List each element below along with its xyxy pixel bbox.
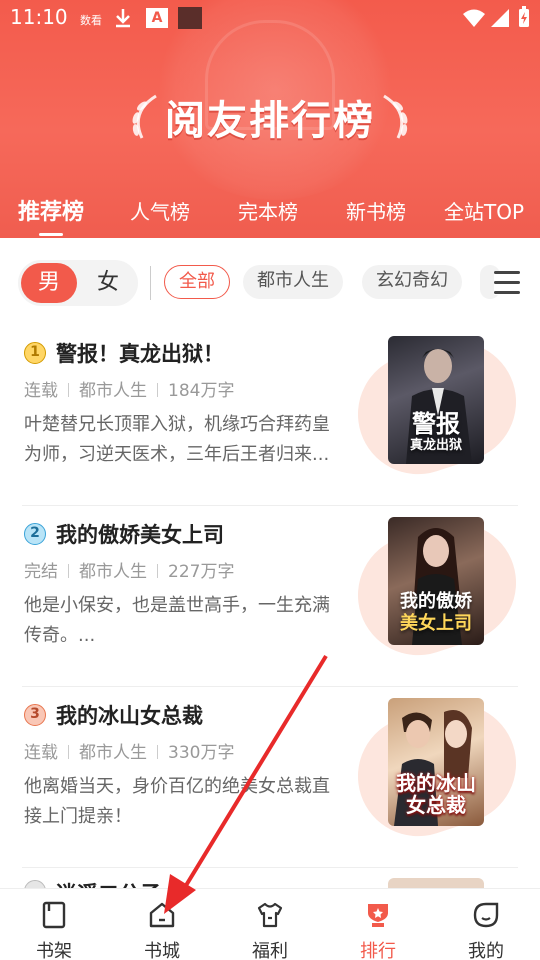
category-all-chip[interactable]: 全部: [164, 265, 230, 299]
book-title[interactable]: 警报！真龙出狱！: [56, 338, 224, 368]
rank-tabs: 推荐榜 人气榜 完本榜 新书榜 全站TOP: [0, 194, 540, 236]
notification-icon: [178, 7, 202, 29]
signal-icon: [491, 9, 509, 27]
cover-title: 警报: [412, 410, 460, 438]
gender-toggle: 男 女: [18, 260, 138, 306]
tab-popular[interactable]: 人气榜: [130, 196, 190, 225]
status-bar: 11:10 数看 A: [0, 0, 540, 36]
ranking-icon: [368, 904, 388, 927]
cover-title: 我的冰山: [396, 771, 476, 795]
book-meta: 完结 都市人生 227万字: [24, 557, 234, 582]
book-cover[interactable]: 警报 真龙出狱: [388, 336, 484, 464]
gender-female-button[interactable]: 女: [81, 263, 135, 303]
divider: [22, 867, 518, 868]
book-meta: 连载 都市人生 330万字: [24, 738, 234, 763]
nav-label: 排行: [360, 941, 396, 960]
divider: [22, 686, 518, 687]
cover-text: 我的冰山 女总裁: [388, 772, 484, 816]
book-genre: 都市人生: [79, 562, 147, 582]
cover-text: 警报 真龙出狱: [388, 410, 484, 454]
book-genre: 都市人生: [79, 743, 147, 763]
banner-title: 阅友排行榜: [165, 98, 375, 144]
bookshelf-icon: [42, 901, 66, 929]
nav-profile[interactable]: 我的: [432, 889, 540, 960]
nav-label: 书城: [144, 941, 180, 960]
bookstore-icon: [149, 902, 175, 928]
book-cover[interactable]: 我的傲娇 美女上司: [388, 517, 484, 645]
cover-text: 我的傲娇 美女上司: [388, 591, 484, 635]
wifi-icon: [463, 9, 485, 27]
nav-label: 福利: [252, 941, 288, 960]
battery-icon: [519, 6, 529, 27]
nav-bookstore[interactable]: 书城: [108, 889, 216, 960]
category-urban-chip[interactable]: 都市人生: [243, 265, 343, 299]
menu-icon[interactable]: [494, 271, 520, 295]
nav-label: 我的: [468, 941, 504, 960]
welfare-icon: [257, 902, 283, 928]
book-item[interactable]: 2 我的傲娇美女上司 完结 都市人生 227万字 他是小保安，也是盖世高手，一生充满…: [0, 507, 540, 687]
cover-title: 我的傲娇: [400, 591, 472, 612]
tab-recommend[interactable]: 推荐榜: [18, 194, 84, 236]
book-meta: 连载 都市人生 184万字: [24, 376, 234, 401]
filter-row: 男 女 全部 都市人生 玄幻奇幻: [0, 256, 540, 310]
book-cover[interactable]: [388, 878, 484, 888]
book-words: 227万字: [168, 562, 235, 582]
divider: [22, 505, 518, 506]
book-item-partial[interactable]: 逍遥二公子: [0, 878, 540, 888]
rank-badge: 2: [24, 523, 46, 545]
book-status: 连载: [24, 381, 58, 401]
profile-icon: [473, 902, 499, 928]
tab-completed[interactable]: 完本榜: [238, 196, 298, 225]
cover-subtitle: 真龙出狱: [409, 438, 462, 453]
book-description: 他是小保安，也是盖世高手，一生充满传奇。...: [24, 595, 330, 646]
book-title[interactable]: 我的傲娇美女上司: [56, 519, 224, 549]
cover-subtitle: 美女上司: [400, 613, 472, 634]
rank-badge: 1: [24, 342, 46, 364]
status-time: 11:10: [10, 5, 68, 29]
gender-male-button[interactable]: 男: [21, 263, 77, 303]
laurel-right-icon: [383, 94, 408, 139]
download-icon: [116, 9, 130, 28]
ranking-header: 11:10 数看 A 阅友排行榜 推荐榜 人气榜 完本榜 新书榜 全站TOP: [0, 0, 540, 238]
book-description: 叶楚替兄长顶罪入狱，机缘巧合拜药皇为师，习逆天医术，三年后王者归来...: [24, 414, 330, 465]
book-item[interactable]: 3 我的冰山女总裁 连载 都市人生 330万字 他离婚当天，身价百亿的绝美女总裁直接…: [0, 688, 540, 868]
book-item[interactable]: 1 警报！真龙出狱！ 连载 都市人生 184万字 叶楚替兄长顶罪入狱，机缘巧合拜药皇…: [0, 326, 540, 506]
book-words: 184万字: [168, 381, 235, 401]
book-title[interactable]: 我的冰山女总裁: [56, 700, 203, 730]
carrier-icon: 数看: [80, 14, 102, 27]
rank-badge: 3: [24, 704, 46, 726]
rank-badge: [24, 880, 46, 888]
bottom-nav: 书架 书城 福利 排行 我的: [0, 888, 540, 960]
nav-label: 书架: [36, 941, 72, 960]
nav-ranking[interactable]: 排行: [324, 889, 432, 960]
app-icon-letter: A: [151, 10, 163, 26]
app-icon: A: [146, 8, 168, 28]
category-fantasy-chip[interactable]: 玄幻奇幻: [362, 265, 462, 299]
tab-new[interactable]: 新书榜: [346, 196, 406, 225]
book-status: 完结: [24, 562, 58, 582]
nav-welfare[interactable]: 福利: [216, 889, 324, 960]
book-title[interactable]: 逍遥二公子: [56, 878, 161, 888]
cover-subtitle: 女总裁: [406, 793, 466, 817]
nav-bookshelf[interactable]: 书架: [0, 889, 108, 960]
filter-divider: [150, 266, 151, 300]
book-status: 连载: [24, 743, 58, 763]
book-genre: 都市人生: [79, 381, 147, 401]
tab-top[interactable]: 全站TOP: [444, 196, 524, 225]
book-words: 330万字: [168, 743, 235, 763]
book-description: 他离婚当天，身价百亿的绝美女总裁直接上门提亲！: [24, 776, 330, 827]
book-cover[interactable]: 我的冰山 女总裁: [388, 698, 484, 826]
